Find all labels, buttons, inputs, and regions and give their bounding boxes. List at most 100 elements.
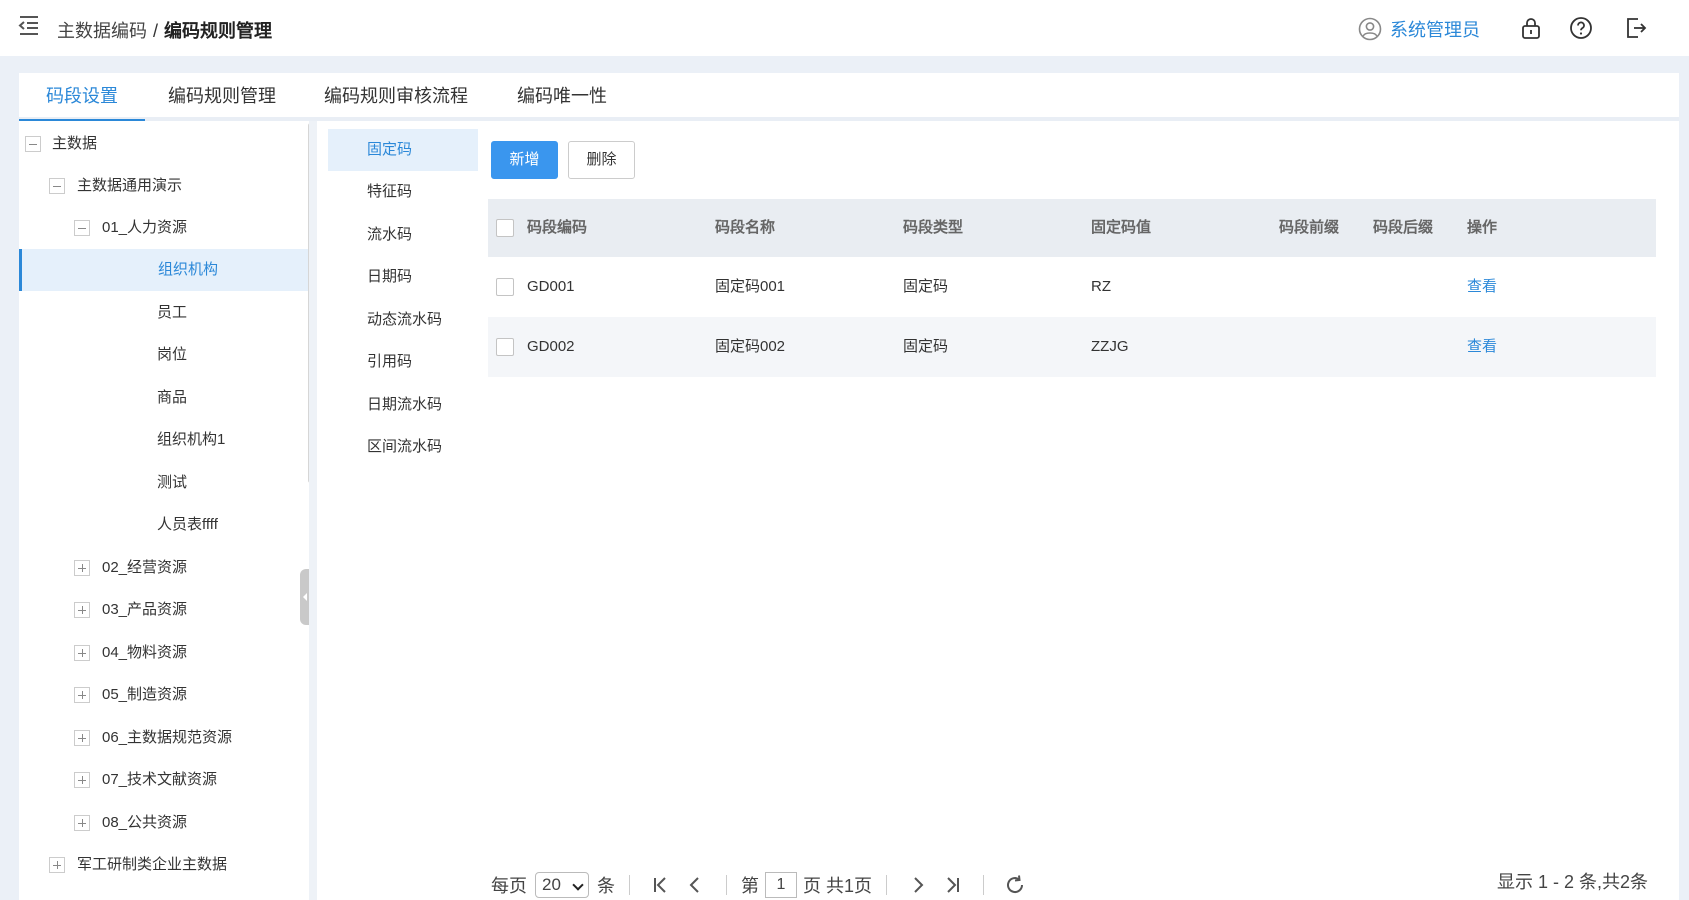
tree-node[interactable]: 04_物料资源 — [19, 632, 309, 674]
tree-node[interactable]: 人员表ffff — [19, 504, 309, 546]
collapse-icon[interactable] — [25, 136, 41, 152]
menu-collapse-icon[interactable] — [18, 14, 40, 36]
tree-node-selected[interactable]: 组织机构 — [19, 249, 309, 291]
segment-type-fixed[interactable]: 固定码 — [328, 129, 478, 171]
per-page-label: 每页 — [491, 876, 527, 896]
segment-type-serial[interactable]: 流水码 — [328, 214, 478, 256]
expand-icon[interactable] — [74, 815, 90, 831]
breadcrumb-separator: / — [153, 21, 159, 41]
table-row[interactable]: GD001 固定码001 固定码 RZ 查看 — [488, 257, 1656, 317]
first-page-icon[interactable] — [649, 873, 673, 897]
tab-code-uniqueness[interactable]: 编码唯一性 — [490, 73, 634, 121]
view-link[interactable]: 查看 — [1467, 257, 1497, 317]
category-tree: 主数据 主数据通用演示 01_人力资源 组织机构 员工 岗位 商品 组织机构1 … — [19, 121, 317, 900]
segment-type-reference[interactable]: 引用码 — [328, 341, 478, 383]
cell-type: 固定码 — [903, 338, 949, 355]
tree-node[interactable]: 测试 — [19, 462, 309, 504]
segment-type-dynamic-serial[interactable]: 动态流水码 — [328, 299, 478, 341]
user-menu[interactable]: 系统管理员 — [1358, 16, 1480, 42]
cell-type: 固定码 — [903, 278, 949, 295]
column-header[interactable]: 码段编码 — [527, 199, 587, 257]
tree-node[interactable]: 05_制造资源 — [19, 674, 309, 716]
current-page-input[interactable]: 1 — [765, 872, 797, 898]
tree-node-label: 02_经营资源 — [102, 559, 188, 576]
pagination-summary: 显示 1 - 2 条,共2条 — [1496, 872, 1648, 892]
tree-node[interactable]: 08_公共资源 — [19, 802, 309, 844]
delete-button[interactable]: 删除 — [568, 141, 635, 179]
tree-node-label: 员工 — [157, 304, 188, 321]
column-header[interactable]: 码段后缀 — [1373, 199, 1433, 257]
segment-type-range-serial[interactable]: 区间流水码 — [328, 426, 478, 468]
segment-type-feature[interactable]: 特征码 — [328, 171, 478, 213]
tree-node[interactable]: 主数据通用演示 — [19, 165, 309, 207]
column-header: 操作 — [1467, 219, 1498, 236]
cell-name: 固定码002 — [715, 338, 786, 355]
tab-bar: 码段设置 编码规则管理 编码规则审核流程 编码唯一性 — [19, 73, 1679, 121]
tree-node-label: 06_主数据规范资源 — [102, 729, 233, 746]
table-row[interactable]: GD002 固定码002 固定码 ZZJG 查看 — [488, 317, 1656, 377]
expand-icon[interactable] — [74, 730, 90, 746]
tree-node[interactable]: 员工 — [19, 292, 309, 334]
tree-node[interactable]: 主数据 — [19, 123, 309, 165]
pager-divider — [726, 875, 727, 895]
tree-node-label: 岗位 — [157, 346, 188, 363]
panel-collapse-handle[interactable] — [300, 569, 309, 625]
tree-node-label: 01_人力资源 — [102, 219, 188, 236]
row-checkbox[interactable] — [496, 338, 514, 356]
lock-icon[interactable] — [1519, 16, 1543, 40]
view-link[interactable]: 查看 — [1467, 317, 1497, 377]
segment-type-date-serial[interactable]: 日期流水码 — [328, 384, 478, 426]
column-header[interactable]: 码段类型 — [903, 199, 963, 257]
pager-divider — [886, 875, 888, 895]
expand-icon[interactable] — [74, 560, 90, 576]
expand-icon[interactable] — [74, 772, 90, 788]
tree-node[interactable]: 07_技术文献资源 — [19, 759, 309, 801]
tree-node-label: 主数据通用演示 — [77, 177, 183, 194]
help-icon[interactable] — [1569, 16, 1593, 40]
row-checkbox[interactable] — [496, 278, 514, 296]
tree-scrollbar[interactable] — [308, 123, 309, 483]
cell-name: 固定码001 — [715, 278, 786, 295]
tree-node[interactable]: 组织机构1 — [19, 419, 309, 461]
tree-node-label: 组织机构 — [158, 261, 219, 278]
segment-type-list: 固定码 特征码 流水码 日期码 动态流水码 引用码 日期流水码 区间流水码 — [328, 129, 478, 900]
breadcrumb-parent[interactable]: 主数据编码 — [57, 21, 147, 41]
logout-icon[interactable] — [1624, 16, 1648, 40]
segment-type-date[interactable]: 日期码 — [328, 256, 478, 298]
column-header[interactable]: 固定码值 — [1091, 199, 1151, 257]
tree-node-label: 03_产品资源 — [102, 601, 188, 618]
breadcrumb: 主数据编码 / 编码规则管理 — [57, 17, 272, 43]
tab-rule-management[interactable]: 编码规则管理 — [141, 73, 303, 121]
tree-node[interactable]: 06_主数据规范资源 — [19, 717, 309, 759]
tree-node[interactable]: 商品 — [19, 377, 309, 419]
tab-segment-settings[interactable]: 码段设置 — [19, 73, 145, 121]
tree-node-label: 测试 — [157, 474, 188, 491]
column-header[interactable]: 码段名称 — [715, 199, 775, 257]
tree-node-label: 08_公共资源 — [102, 814, 188, 831]
column-header[interactable]: 码段前缀 — [1279, 199, 1339, 257]
per-page-unit: 条 — [597, 876, 615, 896]
expand-icon[interactable] — [74, 602, 90, 618]
pager-divider — [983, 875, 985, 895]
expand-icon[interactable] — [74, 645, 90, 661]
tree-node[interactable]: 01_人力资源 — [19, 207, 309, 249]
add-button[interactable]: 新增 — [491, 141, 558, 179]
expand-icon[interactable] — [49, 857, 65, 873]
last-page-icon[interactable] — [940, 873, 964, 897]
tree-node[interactable]: 岗位 — [19, 334, 309, 376]
refresh-icon[interactable] — [1003, 873, 1027, 897]
next-page-icon[interactable] — [906, 873, 930, 897]
select-all-checkbox[interactable] — [496, 219, 514, 237]
top-header: 主数据编码 / 编码规则管理 系统管理员 — [0, 0, 1689, 56]
collapse-icon[interactable] — [74, 220, 90, 236]
breadcrumb-current: 编码规则管理 — [164, 21, 273, 41]
tree-node[interactable]: 军工研制类企业主数据 — [19, 844, 309, 886]
tree-node[interactable]: 03_产品资源 — [19, 589, 309, 631]
collapse-icon[interactable] — [49, 178, 65, 194]
tab-rule-review-flow[interactable]: 编码规则审核流程 — [297, 73, 495, 121]
expand-icon[interactable] — [74, 687, 90, 703]
tree-node[interactable]: 02_经营资源 — [19, 547, 309, 589]
page-size-select[interactable]: 20 — [535, 872, 589, 898]
prev-page-icon[interactable] — [683, 873, 707, 897]
user-avatar-icon — [1358, 17, 1382, 41]
